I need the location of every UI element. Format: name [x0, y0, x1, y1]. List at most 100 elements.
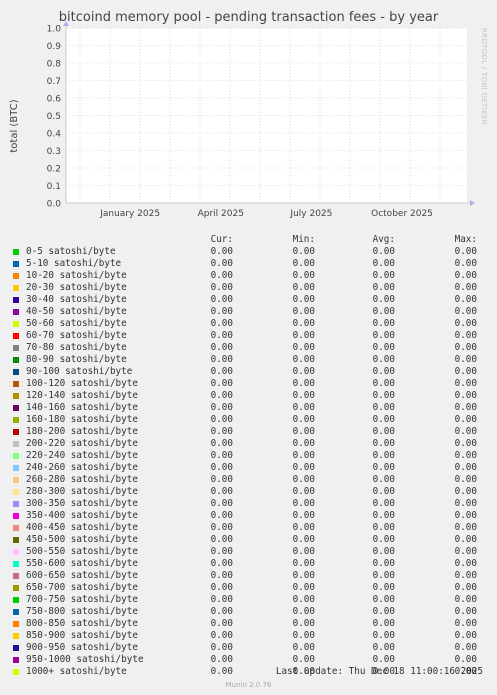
legend-value-min: 0.00 — [292, 474, 315, 485]
legend-value-avg: 0.00 — [372, 570, 395, 581]
legend-value-max: 0.00 — [454, 438, 477, 449]
legend: Cur: Min: Avg: Max: 0-5 satoshi/byte 0.00… — [13, 234, 483, 678]
legend-value-max: 0.00 — [454, 270, 477, 281]
legend-swatch — [13, 477, 19, 483]
legend-swatch — [13, 381, 19, 387]
legend-value-max: 0.00 — [454, 330, 477, 341]
legend-value-max: 0.00 — [454, 450, 477, 461]
legend-value-min: 0.00 — [292, 258, 315, 269]
legend-value-cur: 0.00 — [210, 330, 233, 341]
legend-value-min: 0.00 — [292, 330, 315, 341]
legend-value-max: 0.00 — [454, 630, 477, 641]
legend-swatch — [13, 633, 19, 639]
legend-series-name: 100-120 satoshi/byte — [26, 378, 138, 389]
legend-row: 500-550 satoshi/byte 0.00 0.00 0.00 0.00 — [13, 546, 483, 558]
legend-value-min: 0.00 — [292, 570, 315, 581]
legend-value-cur: 0.00 — [210, 438, 233, 449]
legend-swatch — [13, 525, 19, 531]
legend-value-min: 0.00 — [292, 618, 315, 629]
legend-swatch — [13, 573, 19, 579]
legend-row: 80-90 satoshi/byte 0.00 0.00 0.00 0.00 — [13, 354, 483, 366]
legend-value-cur: 0.00 — [210, 486, 233, 497]
legend-series-name: 5-10 satoshi/byte — [26, 258, 122, 269]
x-axis-arrow — [470, 200, 475, 206]
legend-series-name: 220-240 satoshi/byte — [26, 450, 138, 461]
legend-row: 950-1000 satoshi/byte 0.00 0.00 0.00 0.00 — [13, 654, 483, 666]
legend-row: 200-220 satoshi/byte 0.00 0.00 0.00 0.00 — [13, 438, 483, 450]
y-axis-arrow — [63, 21, 69, 26]
legend-value-avg: 0.00 — [372, 438, 395, 449]
legend-value-min: 0.00 — [292, 522, 315, 533]
legend-series-name: 450-500 satoshi/byte — [26, 534, 138, 545]
legend-row: 750-800 satoshi/byte 0.00 0.00 0.00 0.00 — [13, 606, 483, 618]
legend-value-cur: 0.00 — [210, 462, 233, 473]
legend-value-cur: 0.00 — [210, 246, 233, 257]
legend-value-cur: 0.00 — [210, 570, 233, 581]
legend-series-name: 0-5 satoshi/byte — [26, 246, 116, 257]
legend-swatch — [13, 273, 19, 279]
legend-value-min: 0.00 — [292, 378, 315, 389]
legend-swatch — [13, 309, 19, 315]
legend-swatch — [13, 345, 19, 351]
x-tick-label: April 2025 — [198, 209, 244, 219]
plot-area: 0.0 0.1 0.2 0.3 0.4 0.5 0.6 0.7 0.8 0.9 1.0 January… — [47, 21, 475, 219]
legend-value-cur: 0.00 — [210, 534, 233, 545]
legend-row: 400-450 satoshi/byte 0.00 0.00 0.00 0.00 — [13, 522, 483, 534]
legend-value-cur: 0.00 — [210, 318, 233, 329]
legend-series-name: 650-700 satoshi/byte — [26, 582, 138, 593]
y-tick-label: 0.2 — [47, 165, 61, 175]
y-tick-label: 0.6 — [47, 95, 62, 105]
legend-value-cur: 0.00 — [210, 426, 233, 437]
legend-value-avg: 0.00 — [372, 258, 395, 269]
legend-swatch — [13, 645, 19, 651]
legend-swatch — [13, 417, 19, 423]
legend-value-min: 0.00 — [292, 534, 315, 545]
legend-series-name: 850-900 satoshi/byte — [26, 630, 138, 641]
legend-row: 800-850 satoshi/byte 0.00 0.00 0.00 0.00 — [13, 618, 483, 630]
legend-rows: 0-5 satoshi/byte 0.00 0.00 0.00 0.00 5-10 sat… — [13, 246, 483, 678]
x-tick-label: January 2025 — [99, 209, 160, 219]
legend-value-avg: 0.00 — [372, 534, 395, 545]
legend-row: 220-240 satoshi/byte 0.00 0.00 0.00 0.00 — [13, 450, 483, 462]
legend-value-avg: 0.00 — [372, 618, 395, 629]
legend-value-cur: 0.00 — [210, 546, 233, 557]
legend-value-max: 0.00 — [454, 522, 477, 533]
legend-value-min: 0.00 — [292, 282, 315, 293]
legend-value-avg: 0.00 — [372, 558, 395, 569]
legend-value-min: 0.00 — [292, 654, 315, 665]
legend-row: 650-700 satoshi/byte 0.00 0.00 0.00 0.00 — [13, 582, 483, 594]
legend-value-min: 0.00 — [292, 510, 315, 521]
legend-value-max: 0.00 — [454, 414, 477, 425]
legend-series-name: 240-260 satoshi/byte — [26, 462, 138, 473]
legend-swatch — [13, 585, 19, 591]
legend-swatch — [13, 249, 19, 255]
legend-value-max: 0.00 — [454, 354, 477, 365]
legend-swatch — [13, 369, 19, 375]
legend-value-cur: 0.00 — [210, 366, 233, 377]
legend-swatch — [13, 657, 19, 663]
legend-row: 40-50 satoshi/byte 0.00 0.00 0.00 0.00 — [13, 306, 483, 318]
legend-row: 60-70 satoshi/byte 0.00 0.00 0.00 0.00 — [13, 330, 483, 342]
legend-value-max: 0.00 — [454, 390, 477, 401]
legend-value-cur: 0.00 — [210, 618, 233, 629]
y-tick-label: 0.8 — [47, 60, 62, 70]
legend-series-name: 950-1000 satoshi/byte — [26, 654, 144, 665]
legend-row: 600-650 satoshi/byte 0.00 0.00 0.00 0.00 — [13, 570, 483, 582]
legend-value-avg: 0.00 — [372, 354, 395, 365]
legend-value-max: 0.00 — [454, 570, 477, 581]
legend-series-name: 80-90 satoshi/byte — [26, 354, 127, 365]
legend-value-cur: 0.00 — [210, 654, 233, 665]
legend-series-name: 60-70 satoshi/byte — [26, 330, 127, 341]
legend-value-cur: 0.00 — [210, 402, 233, 413]
legend-value-max: 0.00 — [454, 246, 477, 257]
legend-value-avg: 0.00 — [372, 414, 395, 425]
legend-value-avg: 0.00 — [372, 594, 395, 605]
legend-value-cur: 0.00 — [210, 294, 233, 305]
x-tick-label: October 2025 — [371, 209, 433, 219]
legend-value-min: 0.00 — [292, 270, 315, 281]
x-tick-label: July 2025 — [289, 209, 332, 219]
munin-version: Munin 2.0.76 — [225, 681, 272, 689]
legend-value-avg: 0.00 — [372, 402, 395, 413]
legend-value-min: 0.00 — [292, 306, 315, 317]
legend-row: 5-10 satoshi/byte 0.00 0.00 0.00 0.00 — [13, 258, 483, 270]
